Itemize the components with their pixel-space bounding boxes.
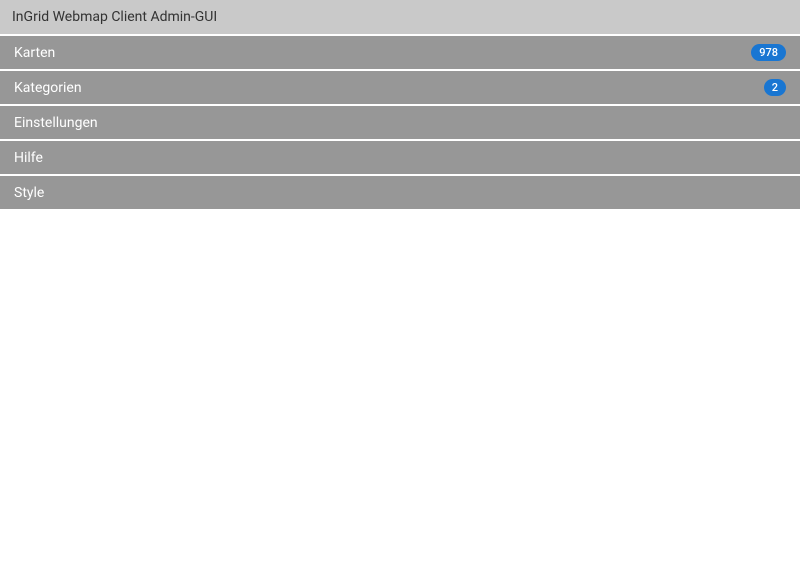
menu-item-hilfe[interactable]: Hilfe xyxy=(0,141,800,174)
menu-item-einstellungen[interactable]: Einstellungen xyxy=(0,106,800,139)
menu-item-style[interactable]: Style xyxy=(0,176,800,209)
menu-item-label: Karten xyxy=(14,45,55,61)
menu-item-karten[interactable]: Karten 978 xyxy=(0,36,800,69)
badge-kategorien: 2 xyxy=(764,79,786,96)
menu-item-label: Kategorien xyxy=(14,80,82,96)
app-title: InGrid Webmap Client Admin-GUI xyxy=(12,9,217,25)
menu-item-label: Hilfe xyxy=(14,150,43,166)
badge-karten: 978 xyxy=(751,44,786,61)
menu-item-kategorien[interactable]: Kategorien 2 xyxy=(0,71,800,104)
menu-list: Karten 978 Kategorien 2 Einstellungen Hi… xyxy=(0,36,800,209)
menu-item-label: Style xyxy=(14,185,44,201)
menu-item-label: Einstellungen xyxy=(14,115,98,131)
app-header: InGrid Webmap Client Admin-GUI xyxy=(0,0,800,34)
